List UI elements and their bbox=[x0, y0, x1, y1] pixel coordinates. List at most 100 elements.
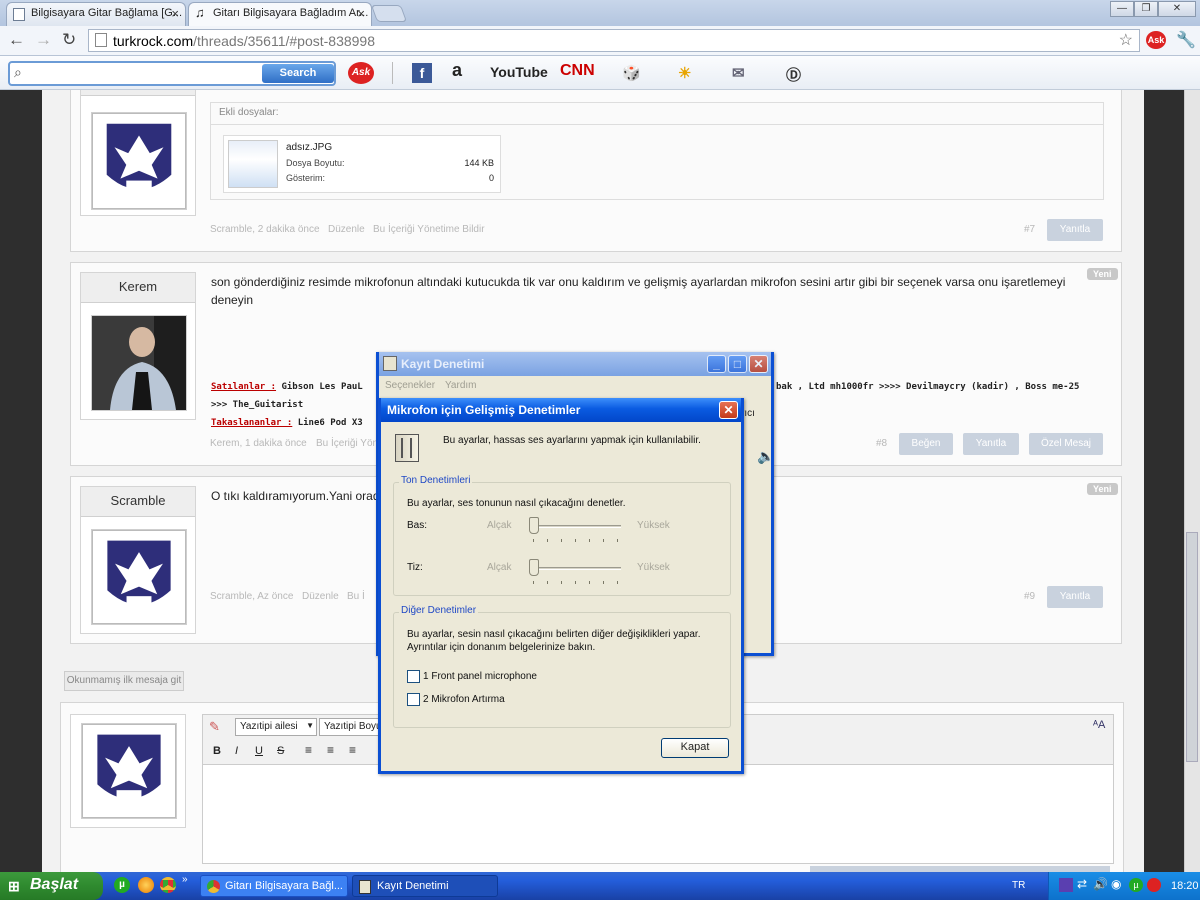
close-button[interactable]: ✕ bbox=[719, 401, 738, 419]
close-button[interactable]: ✕ bbox=[749, 355, 768, 373]
minimize-button[interactable]: _ bbox=[707, 355, 726, 373]
close-tab-icon[interactable]: × bbox=[171, 6, 179, 21]
reply-button[interactable]: Yanıtla bbox=[963, 433, 1019, 455]
post-text: O tıkı kaldıramıyorum.Yani orad bbox=[211, 489, 380, 503]
username[interactable]: Kerem bbox=[81, 273, 195, 303]
system-tray: ⇄ 🔊 ◉ µ 18:20 bbox=[1048, 872, 1200, 900]
front-panel-mic-checkbox[interactable] bbox=[407, 670, 420, 683]
maximize-button[interactable]: □ bbox=[728, 355, 747, 373]
post-number[interactable]: #8 bbox=[876, 438, 887, 449]
close-dialog-button[interactable]: Kapat bbox=[661, 738, 729, 758]
post-number[interactable]: #7 bbox=[1024, 224, 1035, 235]
post-meta[interactable]: Kerem, 1 dakika önce bbox=[210, 438, 307, 449]
align-right-icon[interactable]: ≡ bbox=[349, 743, 356, 757]
amazon-icon[interactable]: a bbox=[452, 60, 462, 81]
mic-boost-checkbox[interactable] bbox=[407, 693, 420, 706]
url-bar[interactable]: turkrock.com/threads/35611/#post-838998 … bbox=[88, 29, 1140, 52]
font-size-select[interactable]: Yazıtipi Boyu bbox=[319, 718, 381, 736]
slider-thumb[interactable] bbox=[529, 559, 539, 576]
restore-button[interactable]: ❐ bbox=[1134, 1, 1158, 17]
ask-toolbar-icon[interactable]: Ask bbox=[348, 62, 374, 84]
weather-icon[interactable]: ☀ bbox=[678, 64, 691, 82]
menu-options[interactable]: Seçenekler bbox=[385, 380, 435, 391]
new-tab-button[interactable] bbox=[370, 5, 408, 22]
taskbar-item-kayit[interactable]: Kayıt Denetimi bbox=[352, 875, 498, 897]
music-note-icon: ♫ bbox=[195, 5, 205, 20]
attachment-item[interactable]: adsız.JPG Dosya Boyutu: 144 KB Gösterim:… bbox=[223, 135, 501, 193]
italic-button[interactable]: I bbox=[235, 745, 238, 757]
attachment-filename[interactable]: adsız.JPG bbox=[286, 142, 332, 153]
mic-boost-label[interactable]: 2 Mikrofon Artırma bbox=[423, 694, 505, 705]
tab-gitar-baglama[interactable]: Bilgisayara Gitar Bağlama [G... × bbox=[6, 2, 186, 26]
start-button[interactable]: ⊞ Başlat bbox=[0, 872, 103, 900]
avatar[interactable] bbox=[91, 529, 187, 625]
menu-help[interactable]: Yardım bbox=[445, 380, 477, 391]
quicklaunch-expand-icon[interactable]: » bbox=[182, 874, 188, 885]
facebook-icon[interactable]: f bbox=[412, 63, 432, 83]
font-size-toggle-icon[interactable]: ᴬA bbox=[1093, 719, 1105, 731]
toolbar-search-button[interactable]: Search bbox=[262, 64, 334, 83]
star-icon[interactable]: ☆ bbox=[1119, 30, 1133, 50]
close-window-button[interactable]: ✕ bbox=[1158, 1, 1196, 17]
youtube-icon[interactable]: YouTube bbox=[490, 64, 548, 80]
edit-link[interactable]: Düzenle bbox=[302, 591, 339, 602]
dictionary-icon[interactable]: Ⓓ bbox=[786, 64, 801, 85]
scrollbar-thumb[interactable] bbox=[1186, 532, 1198, 762]
goto-unread-button[interactable]: Okunmamış ilk mesaja git bbox=[64, 671, 184, 691]
report-link[interactable]: Bu İçeriği Yön bbox=[316, 438, 378, 449]
avatar[interactable] bbox=[91, 112, 187, 210]
mixer-icon bbox=[359, 880, 371, 894]
mail-icon[interactable]: ✉ bbox=[732, 64, 745, 82]
like-button[interactable]: Beğen bbox=[899, 433, 953, 455]
reply-button[interactable]: Yanıtla bbox=[1047, 219, 1103, 241]
close-tab-icon[interactable]: × bbox=[357, 6, 365, 21]
back-arrow-icon[interactable]: ← bbox=[8, 30, 25, 50]
avatar[interactable] bbox=[91, 315, 187, 411]
bold-button[interactable]: B bbox=[213, 745, 221, 757]
wrench-icon[interactable]: 🔧 bbox=[1176, 30, 1196, 50]
attachment-thumbnail[interactable] bbox=[228, 140, 278, 188]
kayit-title-bar[interactable]: Kayıt Denetimi _ □ ✕ bbox=[379, 352, 771, 376]
intro-text: Bu ayarlar, hassas ses ayarlarını yapmak… bbox=[443, 435, 701, 446]
slider-thumb[interactable] bbox=[529, 517, 539, 534]
tray-red-icon[interactable] bbox=[1147, 878, 1161, 892]
clock[interactable]: 18:20 bbox=[1171, 880, 1199, 892]
post-meta[interactable]: Scramble, Az önce bbox=[210, 591, 293, 602]
network-icon[interactable]: ⇄ bbox=[1077, 877, 1087, 891]
treble-slider[interactable] bbox=[529, 558, 623, 588]
tab-gitari-bilgisayara[interactable]: ♫ Gitarı Bilgisayara Bağladım Ar... × bbox=[188, 2, 372, 26]
strike-button[interactable]: S bbox=[277, 745, 284, 757]
reload-icon[interactable]: ↻ bbox=[62, 30, 76, 50]
language-indicator[interactable]: TR bbox=[1012, 880, 1025, 891]
games-icon[interactable]: 🎲 bbox=[622, 64, 641, 82]
eraser-icon[interactable]: ✎ bbox=[209, 719, 220, 735]
page-icon bbox=[95, 33, 107, 47]
bass-slider[interactable] bbox=[529, 516, 623, 546]
report-link[interactable]: Bu İ bbox=[347, 591, 365, 602]
chrome-quicklaunch-icon[interactable] bbox=[160, 877, 176, 893]
report-link[interactable]: Bu İçeriği Yönetime Bildir bbox=[373, 224, 485, 235]
utorrent-quicklaunch-icon[interactable]: µ bbox=[114, 877, 130, 893]
font-family-select[interactable]: Yazıtipi ailesi ▼ bbox=[235, 718, 317, 736]
underline-button[interactable]: U bbox=[255, 745, 263, 757]
taskbar-item-chrome[interactable]: Gitarı Bilgisayara Bağl... bbox=[200, 875, 348, 897]
align-center-icon[interactable]: ≡ bbox=[327, 743, 334, 757]
cnn-icon[interactable]: CNN bbox=[560, 62, 595, 80]
tray-icon[interactable]: ◉ bbox=[1111, 877, 1121, 891]
post-meta[interactable]: Scramble, 2 dakika önce bbox=[210, 224, 320, 235]
minimize-button[interactable]: — bbox=[1110, 1, 1134, 17]
mic-title-bar[interactable]: Mikrofon için Gelişmiş Denetimler ✕ bbox=[381, 398, 741, 422]
tray-app-icon[interactable] bbox=[1059, 878, 1073, 892]
utorrent-tray-icon[interactable]: µ bbox=[1129, 878, 1143, 892]
private-message-button[interactable]: Özel Mesaj bbox=[1029, 433, 1103, 455]
post-number[interactable]: #9 bbox=[1024, 591, 1035, 602]
username[interactable]: Scramble bbox=[81, 487, 195, 517]
edit-link[interactable]: Düzenle bbox=[328, 224, 365, 235]
ask-icon[interactable]: Ask bbox=[1146, 31, 1166, 49]
volume-icon[interactable]: 🔊 bbox=[1093, 877, 1108, 891]
forward-arrow-icon[interactable]: → bbox=[35, 30, 52, 50]
align-left-icon[interactable]: ≡ bbox=[305, 743, 312, 757]
front-panel-mic-label[interactable]: 1 Front panel microphone bbox=[423, 671, 537, 682]
firefox-quicklaunch-icon[interactable] bbox=[138, 877, 154, 893]
reply-button[interactable]: Yanıtla bbox=[1047, 586, 1103, 608]
